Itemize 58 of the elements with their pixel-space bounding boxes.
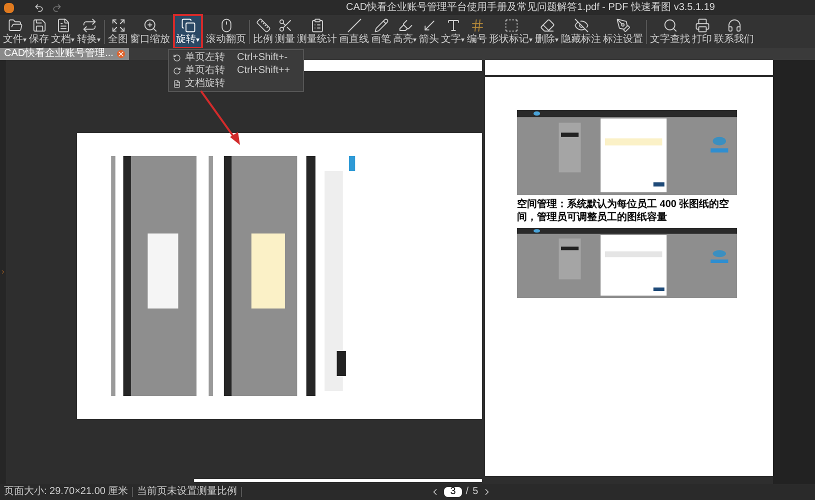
hidden-eye-icon [574,18,588,33]
total-pages-text: 5 [472,487,478,497]
toolbar-button[interactable]: 隐藏标注 [560,16,602,47]
fit-view-icon [110,18,126,33]
caption-text: 空间管理：系统默认为每位员工 400 张图纸的空间，管理员可调整员工的图纸容量 [517,199,730,224]
toolbar-button[interactable]: 联系我们 [713,16,755,47]
clipboard-icon [310,18,324,33]
undo-icon[interactable] [34,2,44,12]
toolbar-button[interactable]: 比例 [252,16,274,47]
document-icon [56,18,70,33]
toolbar-button[interactable]: 打印 [691,16,713,47]
shape-icon [504,18,518,33]
save-icon [32,18,46,33]
arrow-icon [422,18,436,33]
rotate-pages-icon [180,18,196,33]
measure-icon [278,18,292,33]
toolbar-button[interactable]: 文字查找 [649,16,691,47]
menu-item[interactable]: 单页右转 Ctrl+Shift++ [169,64,303,77]
number-icon [470,18,484,33]
document-icon [173,80,181,88]
page-number-field[interactable]: 3 [444,487,462,497]
toolbar-button[interactable]: 测量统计 [296,16,338,47]
app-logo-icon [4,2,14,12]
headset-icon [726,18,742,33]
page-separator: / [466,487,469,497]
page-size-text: 页面大小: 29.70×21.00 厘米 [0,487,134,497]
toolbar-button[interactable]: 箭头 [418,16,440,47]
rotate-left-icon [173,54,181,62]
toolbar-button[interactable]: 保存 [28,16,50,47]
menu-item[interactable]: 单页左转 Ctrl+Shift+- [169,51,303,64]
toolbar-button[interactable]: 全图 [107,16,129,47]
printer-icon [694,18,710,33]
convert-icon [82,18,96,33]
pencil-icon [374,18,388,33]
close-icon[interactable] [117,50,126,58]
zoom-icon [142,18,158,33]
rotate-right-icon [173,66,181,74]
redo-icon[interactable] [52,2,62,12]
pen-settings-icon [616,18,630,33]
toolbar-button[interactable]: 编号 [466,16,488,47]
search-icon [662,18,678,33]
menu-item[interactable]: 文档旋转 [169,77,303,90]
line-icon [346,18,362,33]
toolbar-button[interactable]: 画笔 [370,16,392,47]
toolbar-button[interactable]: 标注设置 [602,16,644,47]
toolbar-button[interactable]: 画直线 [338,16,370,47]
annotation-arrow [200,90,242,146]
toolbar-button[interactable]: 滚动翻页 [205,16,247,47]
ruler-icon [256,18,270,33]
window-title: CAD快看企业账号管理平台使用手册及常见问题解答1.pdf - PDF 快速看图 v3.5.1.19 [345,2,715,12]
eraser-icon [540,18,554,33]
toolbar-button[interactable]: 测量 [274,16,296,47]
scale-status-text: 当前页未设置测量比例 [133,487,242,497]
mouse-icon [218,18,234,33]
highlighter-icon [398,18,412,33]
toolbar-button[interactable]: 窗口缩放 [129,16,171,47]
folder-icon [8,18,22,33]
text-icon [446,18,460,33]
